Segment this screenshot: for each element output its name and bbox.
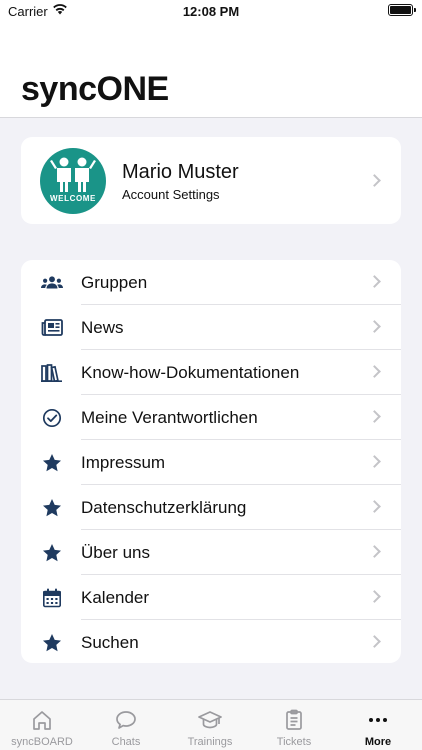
menu-item-label: Impressum [81,453,166,472]
chevron-right-icon [368,590,381,603]
tab-bar: syncBOARD Chats Trainings Tickets More [0,699,422,750]
battery-icon [388,4,416,16]
avatar-text: WELCOME [50,194,96,203]
tab-more[interactable]: More [336,700,420,750]
tab-trainings[interactable]: Trainings [168,700,252,750]
chevron-right-icon [368,365,381,378]
avatar: WELCOME [40,148,106,214]
welcome-figures-icon [50,157,96,192]
menu-item-news[interactable]: News [21,305,401,350]
chevron-right-icon [368,275,381,288]
menu-item-ueber-uns[interactable]: Über uns [21,530,401,575]
tab-label: Trainings [187,736,233,748]
tab-syncboard[interactable]: syncBOARD [0,700,84,750]
clock: 12:08 PM [182,4,240,19]
chat-bubble-icon [114,708,138,732]
chevron-right-icon [368,174,381,187]
menu-item-label: Über uns [81,543,150,562]
navigation-header: syncONE [0,24,422,118]
menu-item-know-how[interactable]: Know-how-Dokumentationen [21,350,401,395]
chevron-right-icon [368,455,381,468]
chevron-right-icon [368,410,381,423]
menu-item-impressum[interactable]: Impressum [21,440,401,485]
clipboard-icon [282,708,306,732]
star-icon [41,542,63,564]
menu-item-datenschutzerklaerung[interactable]: Datenschutzerklärung [21,485,401,530]
menu-item-label: Suchen [81,633,139,652]
menu-item-label: Datenschutzerklärung [81,498,247,517]
group-icon [41,272,63,294]
menu-item-kalender[interactable]: Kalender [21,575,401,620]
menu-item-gruppen[interactable]: Gruppen [21,260,401,305]
tab-tickets[interactable]: Tickets [252,700,336,750]
tab-label: syncBOARD [11,736,73,748]
tab-label: More [364,736,392,748]
chevron-right-icon [368,500,381,513]
chevron-right-icon [368,635,381,648]
more-dots-icon [366,708,390,732]
profile-card[interactable]: WELCOME Mario Muster Account Settings [21,137,401,224]
star-icon [41,632,63,654]
menu-item-suchen[interactable]: Suchen [21,620,401,665]
menu-item-label: Meine Verantwortlichen [81,408,258,427]
star-icon [41,452,63,474]
menu-item-meine-verantwortlichen[interactable]: Meine Verantwortlichen [21,395,401,440]
chevron-right-icon [368,545,381,558]
home-icon [30,708,54,732]
newspaper-icon [41,317,63,339]
check-circle-icon [41,407,63,429]
tab-label: Tickets [276,736,312,748]
tab-label: Chats [111,736,141,748]
menu-item-label: Kalender [81,588,150,607]
profile-name: Mario Muster [122,161,239,183]
menu-item-label: News [81,318,124,337]
star-icon [41,497,63,519]
profile-subtitle: Account Settings [122,187,220,202]
menu-item-label: Know-how-Dokumentationen [81,363,300,382]
graduation-cap-icon [198,708,222,732]
status-bar: Carrier 12:08 PM [0,0,422,24]
books-icon [41,362,63,384]
tab-chats[interactable]: Chats [84,700,168,750]
page-title: syncONE [21,70,169,108]
chevron-right-icon [368,320,381,333]
calendar-icon [41,587,63,609]
menu-list: Gruppen News Know-how-Dokumentationen Me… [21,260,401,663]
menu-item-label: Gruppen [81,273,148,292]
